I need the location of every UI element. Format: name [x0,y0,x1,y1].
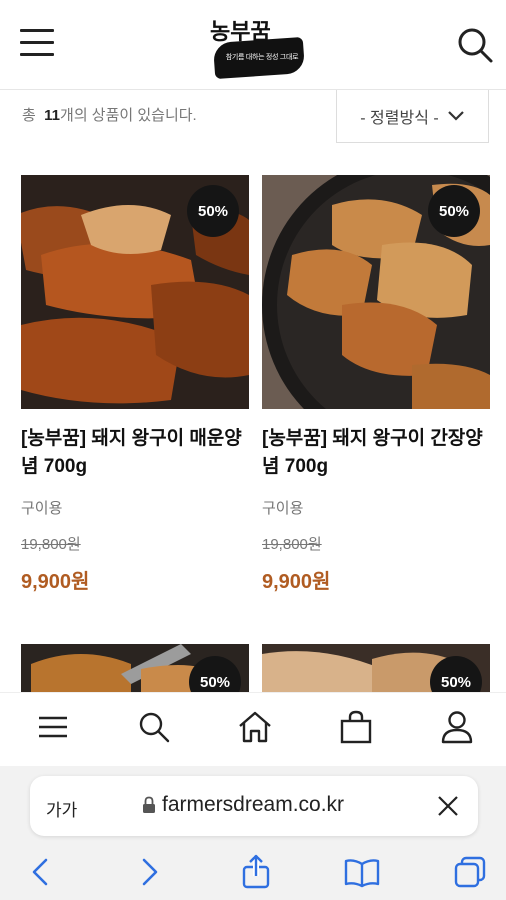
tab-search[interactable] [134,707,174,747]
address-bar[interactable]: 가가 farmersdream.co.kr [30,776,478,836]
bag-icon [340,710,372,744]
menu-icon [39,716,67,738]
lock-icon [143,796,155,813]
browser-toolbar: 가가 farmersdream.co.kr [0,766,506,900]
sale-price: 9,900원 [21,571,90,593]
tab-home[interactable] [235,707,275,747]
product-name[interactable]: [농부꿈] 돼지 왕구이 매운양념 700g [21,425,249,481]
bookmarks-icon[interactable] [344,854,380,890]
product-card[interactable]: 50% [농부꿈] 돼지 왕구이 간장양념 700g 구이용 19,800원 9… [262,175,490,594]
menu-button[interactable] [18,26,56,58]
tab-mypage[interactable] [437,707,477,747]
sale-price: 9,900원 [262,571,331,593]
home-icon [239,711,271,743]
url-text: farmersdream.co.kr [162,793,345,816]
site-header: 농부꿈 참기름 대하는 정성 그대로 [0,0,506,90]
share-icon[interactable] [238,854,274,890]
product-image[interactable]: 50% [21,175,249,409]
tab-menu[interactable] [33,707,73,747]
close-icon[interactable] [434,792,462,820]
discount-badge: 50% [187,185,239,237]
chevron-down-icon [447,111,464,121]
sort-dropdown[interactable]: - 정렬방식 - [336,90,489,143]
product-image[interactable]: 50% [262,644,490,692]
product-tag: 구이용 [21,500,63,517]
product-card[interactable]: 50% [농부꿈] 돼지 왕구이 매운양념 700g 구이용 19,800원 9… [21,175,249,594]
site-logo[interactable]: 농부꿈 참기름 대하는 정성 그대로 [206,8,312,80]
tabs-icon[interactable] [452,854,488,890]
product-card[interactable]: 50% [262,644,490,692]
product-name[interactable]: [농부꿈] 돼지 왕구이 간장양념 700g [262,425,490,481]
product-tag: 구이용 [262,500,304,517]
original-price: 19,800원 [262,536,322,553]
search-icon[interactable] [456,26,494,64]
product-card[interactable]: 50% [21,644,249,692]
forward-icon[interactable] [132,854,168,890]
text-size-button[interactable]: 가가 [46,796,77,821]
search-icon [139,712,170,743]
discount-badge: 50% [428,185,480,237]
bottom-tab-bar [0,692,506,766]
user-icon [441,711,473,744]
product-image[interactable]: 50% [262,175,490,409]
url-display[interactable]: farmersdream.co.kr [142,793,344,817]
original-price: 19,800원 [21,536,81,553]
product-count-value: 11 [44,107,61,124]
product-image[interactable]: 50% [21,644,249,692]
sort-label: - 정렬방식 - [360,110,439,127]
back-icon[interactable] [24,854,60,890]
product-count: 총 11개의 상품이 있습니다. [22,107,197,124]
tab-cart[interactable] [336,707,376,747]
logo-slogan: 참기름 대하는 정성 그대로 [225,54,299,61]
